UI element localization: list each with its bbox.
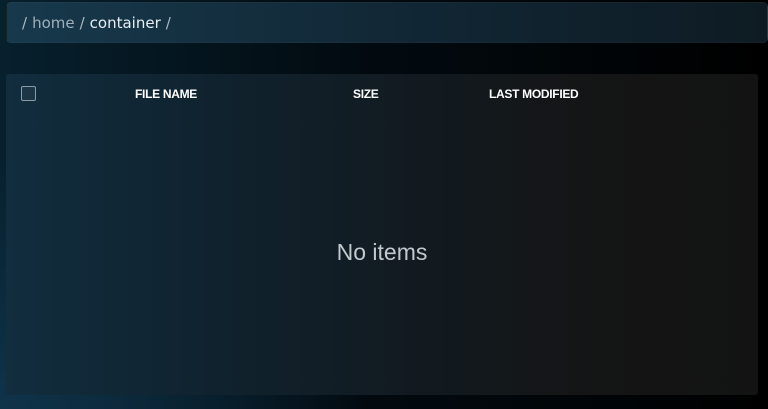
breadcrumb-item-home[interactable]: home	[32, 14, 75, 32]
column-header-size[interactable]: SIZE	[353, 87, 379, 101]
breadcrumb-separator: /	[165, 13, 171, 32]
breadcrumb-separator: /	[79, 13, 85, 32]
breadcrumb-separator: /	[22, 13, 28, 32]
select-all-checkbox[interactable]	[21, 86, 36, 101]
empty-state-message: No items	[336, 239, 428, 265]
breadcrumb-item-container[interactable]: container	[90, 14, 161, 32]
breadcrumb: / home / container /	[6, 2, 768, 43]
column-header-file-name[interactable]: FILE NAME	[135, 87, 197, 101]
table-header: FILE NAME SIZE LAST MODIFIED	[6, 74, 758, 114]
column-header-last-modified[interactable]: LAST MODIFIED	[489, 87, 579, 101]
file-list-panel: FILE NAME SIZE LAST MODIFIED No items	[6, 74, 758, 395]
